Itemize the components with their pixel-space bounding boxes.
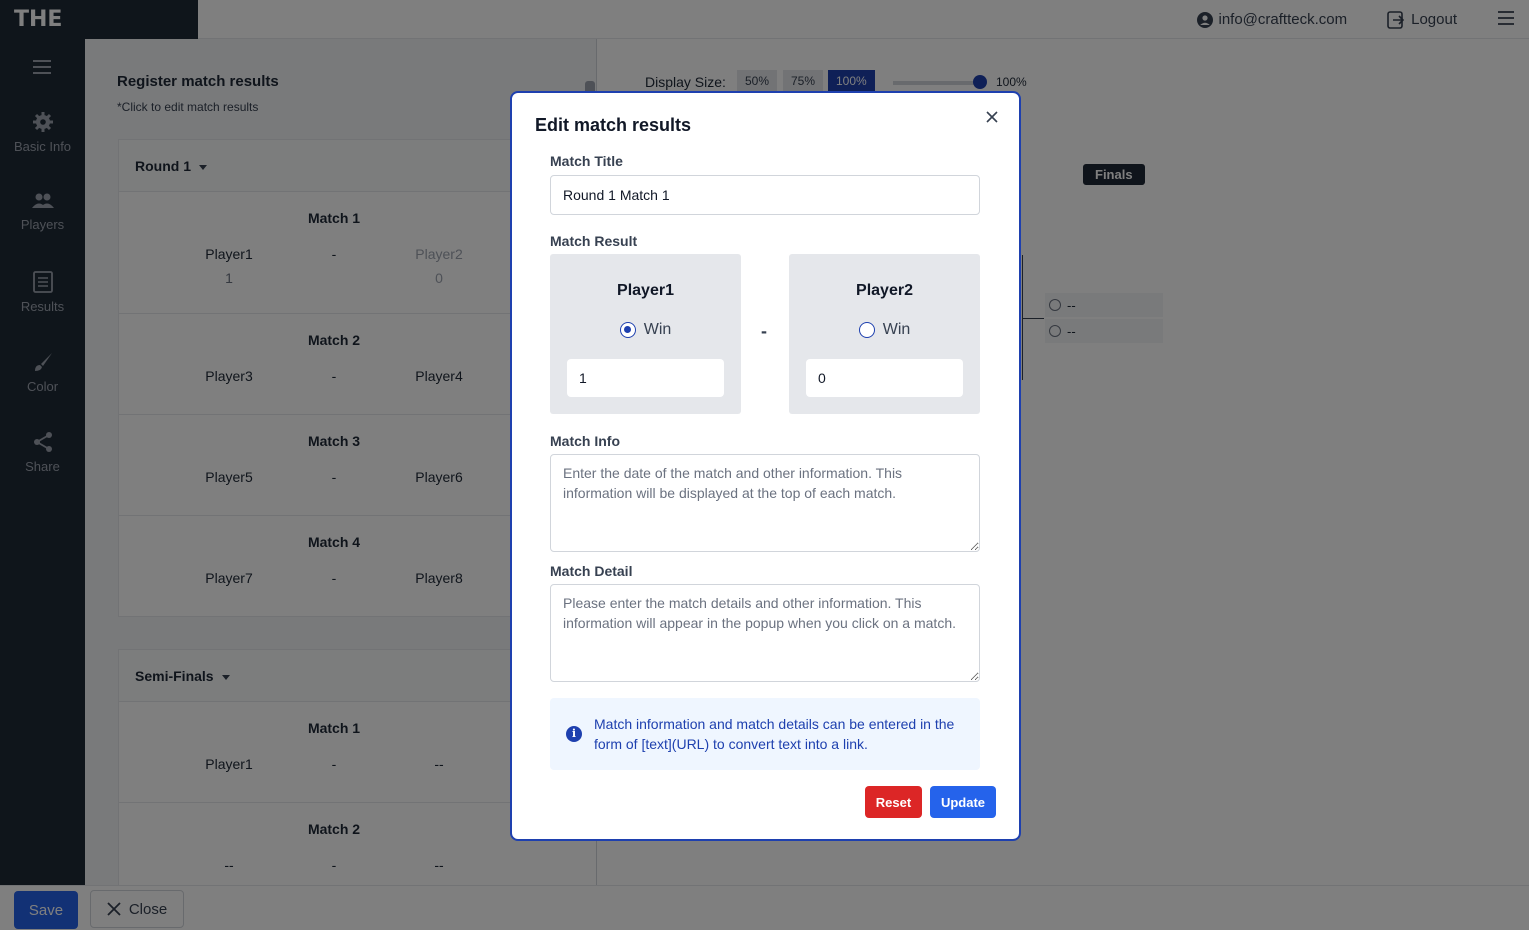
- win-label: Win: [643, 321, 672, 338]
- match-title-input[interactable]: [550, 175, 980, 215]
- player1-name: Player1: [617, 282, 674, 299]
- match-detail-textarea[interactable]: [550, 584, 980, 682]
- radio-unchecked-icon: [858, 322, 875, 338]
- edit-match-modal: Edit match results Match Title Match Res…: [510, 91, 1021, 841]
- match-title-label: Match Title: [550, 153, 623, 169]
- update-button[interactable]: Update: [930, 786, 996, 818]
- player2-name: Player2: [856, 282, 913, 299]
- player2-result-card: Player2 Win: [789, 254, 980, 414]
- close-icon: [986, 111, 998, 123]
- win-label: Win: [882, 321, 911, 338]
- match-info-textarea[interactable]: [550, 454, 980, 552]
- player1-score-input[interactable]: [567, 359, 724, 397]
- reset-button[interactable]: Reset: [865, 786, 922, 818]
- match-info-label: Match Info: [550, 433, 620, 449]
- modal-title: Edit match results: [535, 115, 692, 135]
- result-separator: -: [761, 321, 767, 341]
- match-result-label: Match Result: [550, 233, 638, 249]
- player2-win-radio[interactable]: Win: [789, 321, 980, 339]
- player1-result-card: Player1 Win: [550, 254, 741, 414]
- player2-score-input[interactable]: [806, 359, 963, 397]
- info-note: i Match information and match details ca…: [550, 698, 980, 770]
- player1-win-radio[interactable]: Win: [550, 321, 741, 339]
- info-note-text: Match information and match details can …: [594, 716, 955, 752]
- modal-close-button[interactable]: [986, 107, 998, 128]
- match-detail-label: Match Detail: [550, 563, 633, 579]
- radio-checked-icon: [619, 322, 636, 338]
- info-icon: i: [566, 726, 582, 742]
